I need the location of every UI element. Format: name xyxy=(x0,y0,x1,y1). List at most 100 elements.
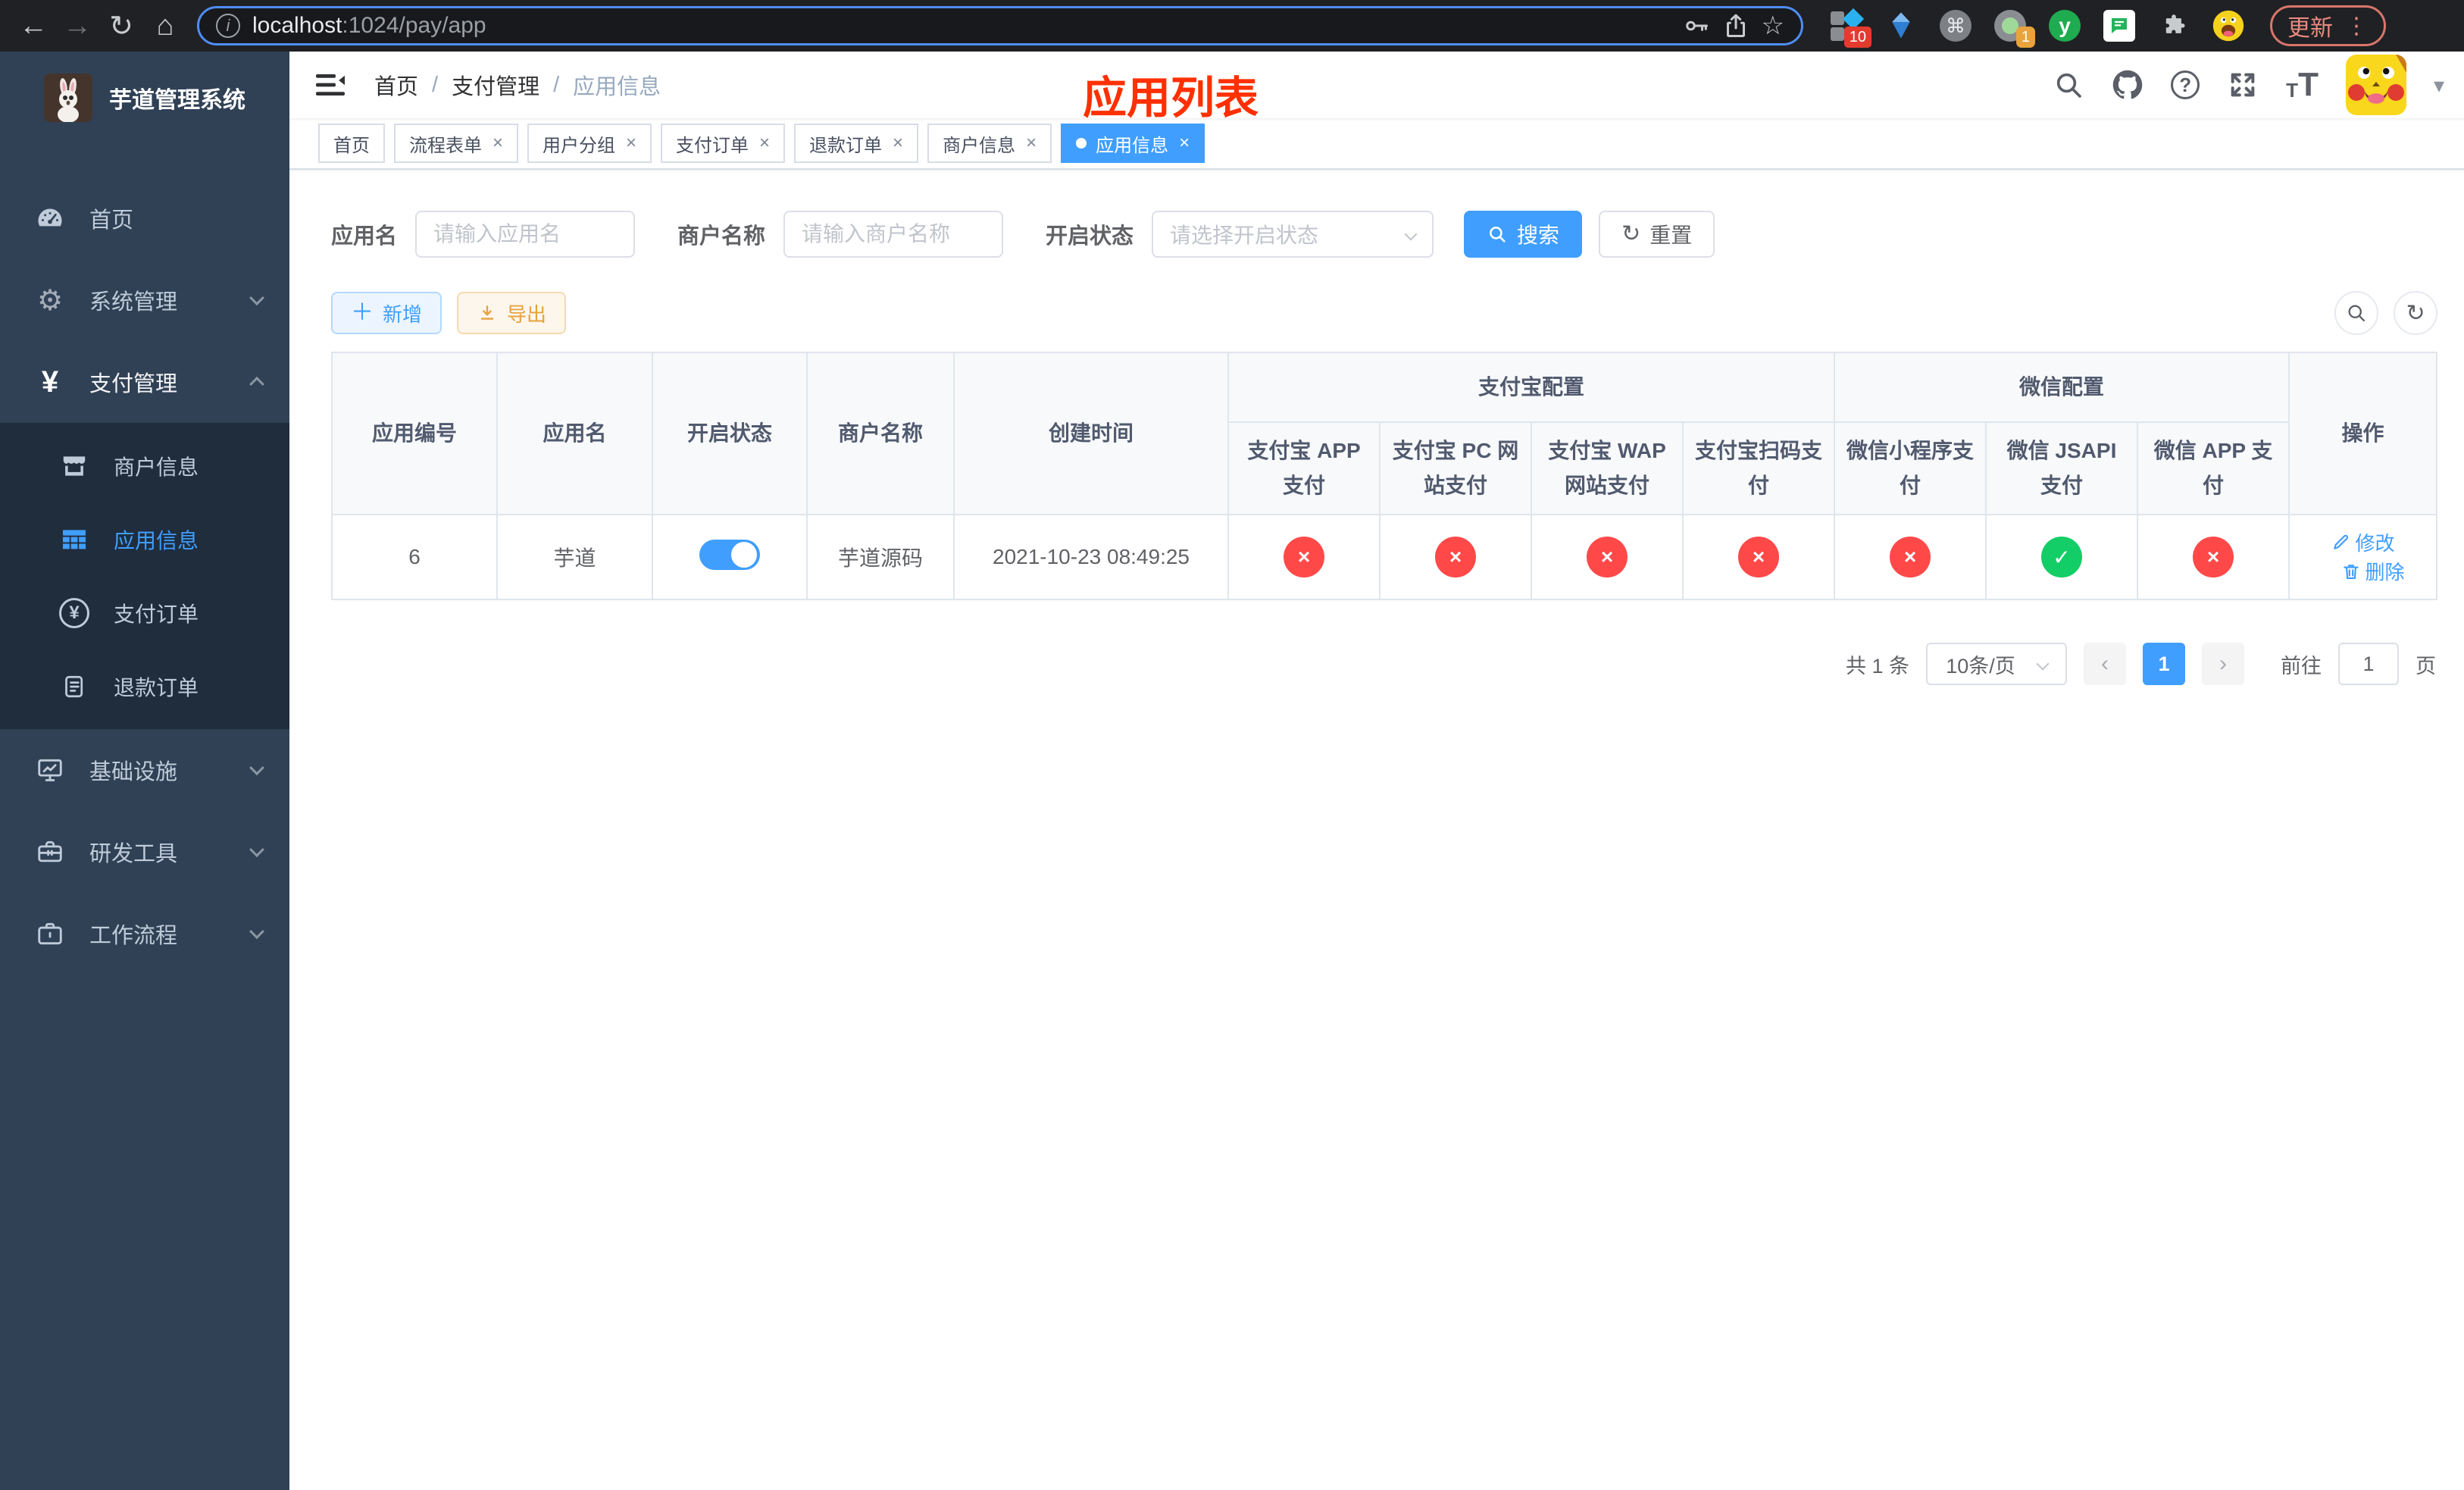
toggle-knob xyxy=(731,541,757,568)
fullscreen-icon[interactable] xyxy=(2227,69,2259,101)
extension-y-icon[interactable]: y xyxy=(2047,8,2082,43)
browser-update-button[interactable]: 更新 ⋮ xyxy=(2270,5,2386,46)
refresh-icon: ↻ xyxy=(1621,221,1641,246)
profile-avatar-icon[interactable] xyxy=(2211,8,2246,43)
password-key-icon[interactable] xyxy=(1683,12,1710,39)
address-bar[interactable]: i localhost:1024/pay/app ☆ xyxy=(197,6,1803,45)
payment-submenu: 商户信息 应用信息 ¥ 支付订单 退款订单 xyxy=(0,423,289,729)
sidebar-item-dev-tools[interactable]: 研发工具 xyxy=(0,811,289,893)
tag-refund-order[interactable]: 退款订单 × xyxy=(794,124,919,163)
merchant-name-input-wrap xyxy=(783,211,1004,258)
sidebar-item-workflow[interactable]: 工作流程 xyxy=(0,893,289,975)
github-icon[interactable] xyxy=(2112,69,2143,101)
status-select[interactable]: 请选择开启状态 xyxy=(1152,211,1434,258)
sidebar-item-label: 支付订单 xyxy=(114,602,199,626)
sidebar-item-payment[interactable]: ¥ 支付管理 xyxy=(0,341,289,423)
app-table: 应用编号 应用名 开启状态 商户名称 创建时间 支付宝配置 微信配置 操作 支付… xyxy=(331,351,2438,601)
close-icon[interactable]: × xyxy=(759,133,770,154)
app-name-input[interactable] xyxy=(433,222,618,246)
merchant-name-label: 商户名称 xyxy=(677,224,766,249)
pencil-icon xyxy=(2331,532,2351,552)
plus-icon: ＋ xyxy=(351,300,374,325)
sidebar-item-merchant-info[interactable]: 商户信息 xyxy=(0,429,289,502)
extensions-row: 10 ⌘ 1 y xyxy=(1829,8,2246,48)
extension-pin-icon[interactable] xyxy=(1884,8,1918,43)
browser-back-icon[interactable]: ← xyxy=(14,6,53,45)
extension-tabs-icon[interactable]: 10 xyxy=(1829,8,1871,48)
sidebar-item-home[interactable]: 首页 xyxy=(0,177,289,259)
navbar: 首页 / 支付管理 / 应用信息 应用列表 ? TT ▾ xyxy=(289,52,2464,123)
merchant-name-input[interactable] xyxy=(802,222,986,246)
user-avatar[interactable] xyxy=(2345,55,2406,115)
search-icon[interactable] xyxy=(2053,69,2084,101)
monitor-icon xyxy=(33,753,67,787)
goto-page-input[interactable] xyxy=(2338,643,2399,686)
page-size-select[interactable]: 10条/页 xyxy=(1926,643,2067,686)
sidebar-item-label: 研发工具 xyxy=(89,842,178,866)
bookmark-star-icon[interactable]: ☆ xyxy=(1762,13,1784,39)
close-icon[interactable]: × xyxy=(1179,133,1190,154)
browser-toolbar: ← → ↻ ⌂ i localhost:1024/pay/app ☆ 10 ⌘ … xyxy=(0,0,2464,52)
browser-home-icon[interactable]: ⌂ xyxy=(145,6,185,45)
extensions-puzzle-icon[interactable] xyxy=(2156,8,2191,43)
tag-process-form[interactable]: 流程表单 × xyxy=(394,124,519,163)
sidebar-item-infrastructure[interactable]: 基础设施 xyxy=(0,729,289,811)
status-cross-icon: × xyxy=(1890,537,1931,578)
status-toggle[interactable] xyxy=(699,539,760,570)
help-icon[interactable]: ? xyxy=(2171,70,2200,99)
add-button[interactable]: ＋ 新增 xyxy=(331,292,442,334)
share-icon[interactable] xyxy=(1722,12,1750,39)
toggle-search-icon[interactable] xyxy=(2334,291,2379,335)
browser-forward-icon[interactable]: → xyxy=(58,6,97,45)
breadcrumb-section[interactable]: 支付管理 xyxy=(452,69,539,101)
sidebar-item-app-info[interactable]: 应用信息 xyxy=(0,502,289,576)
close-icon[interactable]: × xyxy=(893,133,903,154)
goto-label: 前往 xyxy=(2281,654,2322,678)
sidebar-item-system[interactable]: ⚙ 系统管理 xyxy=(0,259,289,341)
font-size-icon[interactable]: TT xyxy=(2286,68,2319,102)
tag-app-info[interactable]: 应用信息 × xyxy=(1061,124,1205,163)
prev-page-button[interactable]: ‹ xyxy=(2084,643,2126,686)
site-info-icon[interactable]: i xyxy=(216,14,240,38)
sidebar-item-refund-orders[interactable]: 退款订单 xyxy=(0,650,289,723)
tag-home[interactable]: 首页 xyxy=(318,124,385,163)
caret-down-icon[interactable]: ▾ xyxy=(2434,73,2444,98)
close-icon[interactable]: × xyxy=(1026,133,1037,154)
next-page-button[interactable]: › xyxy=(2202,643,2244,686)
tag-merchant-info[interactable]: 商户信息 × xyxy=(927,124,1052,163)
extension-recorder-icon[interactable]: 1 xyxy=(1993,8,2035,48)
export-button[interactable]: 导出 xyxy=(457,292,567,334)
sidebar-logo-row[interactable]: 芋道管理系统 xyxy=(0,52,289,144)
table-tools: ↻ xyxy=(2334,291,2438,335)
search-form: 应用名 商户名称 开启状态 请选择开启状态 搜索 xyxy=(331,211,2437,258)
delete-button[interactable]: 删除 xyxy=(2341,557,2405,585)
sidebar-item-label: 应用信息 xyxy=(114,528,199,552)
search-button[interactable]: 搜索 xyxy=(1464,211,1583,258)
sidebar-item-pay-orders[interactable]: ¥ 支付订单 xyxy=(0,576,289,650)
breadcrumb-home[interactable]: 首页 xyxy=(374,69,418,101)
col-alipay-pc: 支付宝 PC 网站支付 xyxy=(1379,421,1532,516)
tag-pay-order[interactable]: 支付订单 × xyxy=(661,124,786,163)
close-icon[interactable]: × xyxy=(626,133,636,154)
browser-menu-kebab-icon[interactable]: ⋮ xyxy=(2345,13,2369,39)
sidebar-item-label: 基础设施 xyxy=(89,760,178,784)
refresh-icon[interactable]: ↻ xyxy=(2394,291,2438,335)
browser-reload-icon[interactable]: ↻ xyxy=(102,6,141,45)
breadcrumb-separator: / xyxy=(553,72,560,97)
edit-button[interactable]: 修改 xyxy=(2331,528,2395,556)
url-text[interactable]: localhost:1024/pay/app xyxy=(252,13,1671,39)
tag-user-group[interactable]: 用户分组 × xyxy=(527,124,652,163)
breadcrumb-separator: / xyxy=(432,72,439,97)
extension-chat-icon[interactable] xyxy=(2102,8,2137,43)
navbar-actions: ? TT ▾ xyxy=(2053,55,2444,115)
extension-command-icon[interactable]: ⌘ xyxy=(1938,8,1973,43)
cell-app-name: 芋道 xyxy=(496,514,653,601)
sidebar-collapse-icon[interactable] xyxy=(312,67,349,103)
app-frame: 芋道管理系统 首页 ⚙ 系统管理 ¥ 支付管理 商户信息 应用信息 ¥ 支付订单… xyxy=(0,52,2464,1490)
chevron-down-icon xyxy=(249,924,264,940)
page-1-button[interactable]: 1 xyxy=(2143,643,2185,686)
reset-button[interactable]: ↻ 重置 xyxy=(1599,211,1715,258)
col-app-id: 应用编号 xyxy=(331,351,498,516)
sidebar-item-label: 工作流程 xyxy=(89,924,178,948)
close-icon[interactable]: × xyxy=(492,133,503,154)
